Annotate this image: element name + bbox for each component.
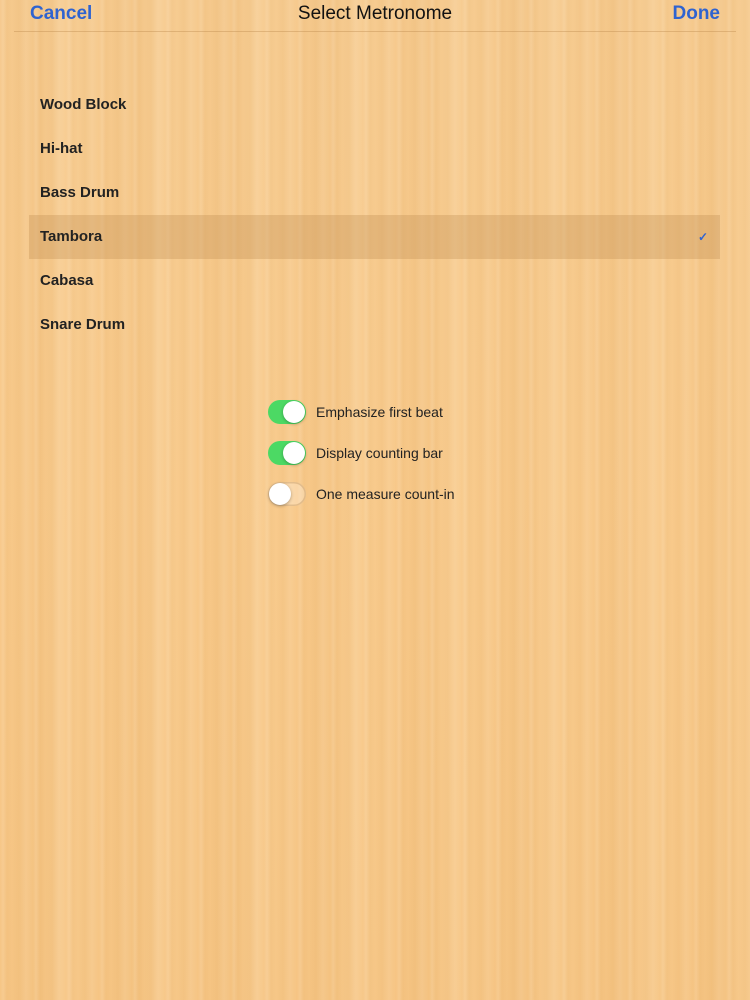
navigation-bar: Cancel Select Metronome Done [0,0,750,32]
toggle-knob [283,442,305,464]
metronome-sound-list: Wood Block ✓ Hi-hat ✓ Bass Drum ✓ Tambor… [29,83,720,347]
page-title: Select Metronome [297,3,453,24]
list-item-bass-drum[interactable]: Bass Drum ✓ [29,171,720,215]
one-measure-count-in-toggle[interactable] [268,482,306,506]
toggle-knob [283,401,305,423]
list-item-label: Snare Drum [40,316,126,333]
checkmark-icon: ✓ [697,230,708,244]
display-counting-bar-toggle[interactable] [268,441,306,465]
option-label: Emphasize first beat [316,404,443,420]
list-item-label: Tambora [40,228,103,245]
list-item-label: Hi-hat [40,140,83,157]
list-item-wood-block[interactable]: Wood Block ✓ [29,83,720,127]
list-item-snare-drum[interactable]: Snare Drum ✓ [29,303,720,347]
emphasize-first-beat-toggle[interactable] [268,400,306,424]
list-item-label: Wood Block [40,96,127,113]
option-label: Display counting bar [316,445,443,461]
nav-divider [14,31,736,32]
list-item-hi-hat[interactable]: Hi-hat ✓ [29,127,720,171]
list-item-cabasa[interactable]: Cabasa ✓ [29,259,720,303]
option-label: One measure count-in [316,486,455,502]
list-item-label: Bass Drum [40,184,120,201]
list-item-label: Cabasa [40,272,94,289]
done-button[interactable]: Done [673,3,721,25]
toggle-knob [269,483,291,505]
list-item-tambora[interactable]: Tambora ✓ [29,215,720,259]
